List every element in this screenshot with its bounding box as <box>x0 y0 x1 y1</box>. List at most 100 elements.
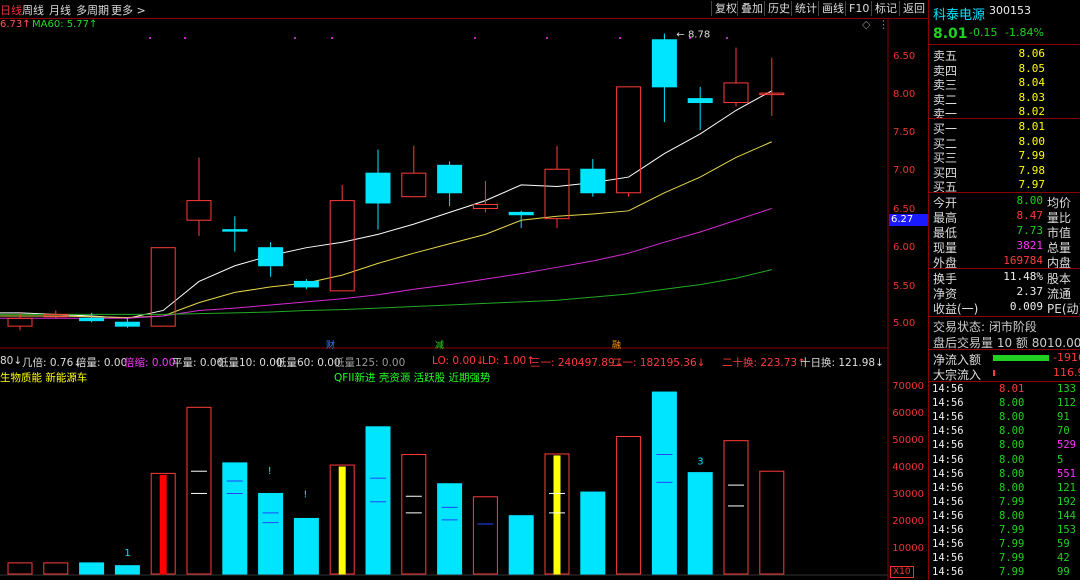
event-marker: 减 <box>435 339 444 351</box>
volume-bar <box>159 474 167 575</box>
tab-daily[interactable]: 日线 <box>0 2 22 18</box>
candle-body <box>651 39 677 88</box>
volume-bar <box>7 562 33 575</box>
kline-chart-svg[interactable]: ← 8.78 财 减 融 1!! 3 <box>0 18 928 580</box>
ma-line-ma5 <box>0 90 773 319</box>
tick-time: 14:56 <box>932 453 964 466</box>
stock-code: 300153 <box>989 4 1031 17</box>
concept-tags-left[interactable]: 生物质能 新能源车 <box>0 370 87 385</box>
tick-time: 14:56 <box>932 411 964 424</box>
event-marker: 财 <box>326 339 335 351</box>
volume-bar <box>553 455 561 575</box>
marker-dot <box>331 37 333 39</box>
stat-value: 169784 <box>1003 254 1043 267</box>
stat-label: 最高 <box>933 211 958 225</box>
ma-line-ma30 <box>0 207 772 319</box>
tab-weekly[interactable]: 周线 <box>22 2 44 18</box>
ma-last-label: 6.73↑ <box>0 19 31 30</box>
tab-more[interactable]: 更多 > <box>111 2 146 18</box>
tick-time: 14:56 <box>932 425 964 438</box>
stock-change-pct: -1.84% <box>1005 26 1044 39</box>
tick-price: 8.00 <box>999 425 1025 438</box>
back-button[interactable]: 返回 <box>899 1 928 16</box>
volume-bar <box>43 562 69 575</box>
tick-time: 14:56 <box>932 439 964 452</box>
ind-g: 低量60: 0.00 <box>276 357 341 369</box>
tick-volume: 42 <box>1057 552 1070 565</box>
ind-c: 倍量: 0.00 <box>76 357 128 369</box>
ind-l: 二一: 182195.36↓ <box>612 357 706 369</box>
stat2-value: 0.009 <box>1009 300 1043 313</box>
vol-unit-label: X10 <box>890 566 914 578</box>
restore-rights-button[interactable]: 复权 <box>711 1 740 16</box>
ask-price: 8.03 <box>1018 90 1046 104</box>
tick-volume: 153 <box>1057 524 1076 536</box>
tick-row: 14:56 8.00 144 <box>929 510 1080 524</box>
candle-body <box>759 92 785 96</box>
tick-volume: 529 <box>1057 439 1076 452</box>
tick-price: 8.00 <box>999 467 1025 480</box>
volume-bar <box>293 517 319 575</box>
tick-volume: 121 <box>1057 481 1076 494</box>
mark-button[interactable]: 标记 <box>871 1 900 16</box>
marker-dot <box>184 37 186 39</box>
vol-tick-label: 10000 <box>892 543 924 554</box>
history-button[interactable]: 历史 <box>764 1 793 16</box>
statistics-button[interactable]: 统计 <box>791 1 820 16</box>
bid-price: 7.99 <box>1018 149 1046 163</box>
tick-volume: 133 <box>1057 383 1076 395</box>
vol-tick-label: 50000 <box>892 435 924 446</box>
tick-price: 8.00 <box>999 397 1025 410</box>
candle-body <box>723 82 749 104</box>
tick-time: 14:56 <box>932 481 964 494</box>
y-tick-label: 5.00 <box>893 318 916 329</box>
bid-price: 8.01 <box>1018 120 1046 133</box>
candle-body <box>401 172 427 198</box>
tick-row: 14:56 8.00 529 <box>929 439 1080 453</box>
vol-tick-label: 60000 <box>892 408 924 419</box>
tab-monthly[interactable]: 月线 <box>49 2 71 18</box>
indicator-strip: 80↓ 几倍: 0.76↓ 倍量: 0.00 倍缩: 0.00 平量: 0.00… <box>0 355 928 369</box>
candle-body <box>580 168 606 194</box>
stat-row: 外盘 169784 内盘 <box>933 254 1080 270</box>
chart-option-icon[interactable]: ◇ <box>862 18 870 31</box>
concept-tags[interactable]: QFII新进 壳资源 活跃股 近期强势 <box>334 370 491 385</box>
vol-tick-label: 30000 <box>892 489 924 500</box>
draw-line-button[interactable]: 画线 <box>818 1 847 16</box>
ask-row: 卖二 8.03 <box>933 90 1080 107</box>
net-inflow-label: 净流入额 <box>933 353 982 367</box>
stat-value: 8.47 <box>1016 209 1044 222</box>
overlay-button[interactable]: 叠加 <box>737 1 766 16</box>
volume-bar <box>437 483 463 575</box>
f10-button[interactable]: F10 <box>845 1 872 16</box>
stat-row: 最低 7.73 市值 <box>933 224 1080 240</box>
net-inflow-row: 净流入额 -1916 <box>933 351 1080 367</box>
candle-body <box>222 229 248 232</box>
stat2-label: 收益(一) <box>933 302 979 316</box>
chart-settings-icon[interactable]: ⋮ <box>878 18 889 31</box>
volume-annotation: ! <box>303 490 307 501</box>
ind-a: 80↓ <box>0 355 23 367</box>
tick-row: 14:56 7.99 42 <box>929 552 1080 566</box>
kline-chart-area[interactable]: ← 8.78 财 减 融 1!! 3 6.73↑ MA60: 5.77↑ ◇ ⋮ 6.50… <box>0 18 929 580</box>
volume-bar <box>651 391 677 575</box>
tick-time: 14:56 <box>932 552 964 565</box>
ask-row: 卖三 8.04 <box>933 76 1080 92</box>
stat2-value: 2.37 <box>1016 285 1044 298</box>
y-tick-label: 7.50 <box>893 127 916 138</box>
ask-price: 8.04 <box>1018 76 1046 90</box>
big-inflow-label: 大宗流入 <box>933 368 982 382</box>
volume-bar <box>616 436 642 575</box>
candle-body <box>186 200 212 221</box>
tick-price: 8.00 <box>999 509 1025 522</box>
tick-time: 14:56 <box>932 509 964 522</box>
stat-row: 最高 8.47 量比 <box>933 209 1080 225</box>
after-hours-volume: 盘后交易量 10 额 8010.00 <box>933 336 1080 350</box>
ind-b: 几倍: 0.76↓ <box>22 357 83 369</box>
volume-bar <box>472 496 498 575</box>
candle-body <box>7 317 33 327</box>
volume-bar <box>723 440 749 575</box>
volume-bar <box>114 565 140 575</box>
candle-body <box>365 172 391 204</box>
tab-multi-period[interactable]: 多周期 <box>76 2 109 18</box>
